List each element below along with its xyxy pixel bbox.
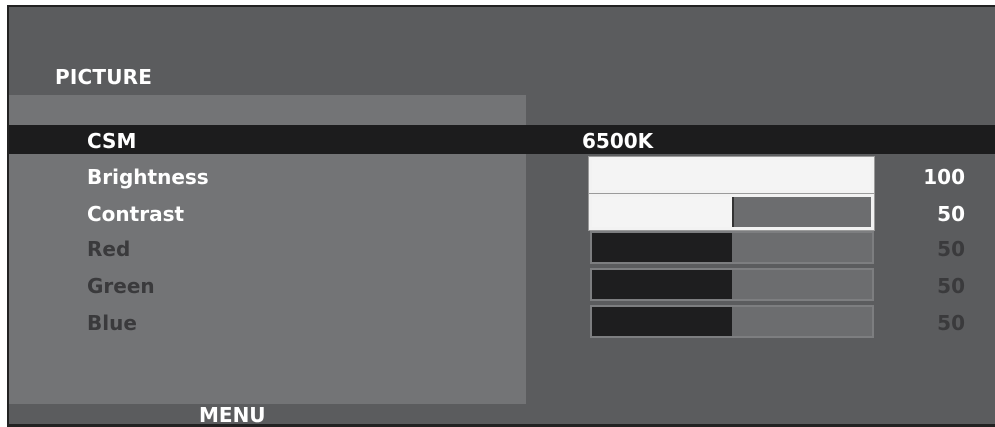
- osd-picture-menu: PICTURE CSM 6500K Brightness 100 Contras…: [7, 5, 995, 427]
- brightness-slider-fill: [592, 160, 871, 190]
- brightness-value: 100: [923, 165, 965, 189]
- menu-item-csm[interactable]: [9, 125, 995, 154]
- csm-label: CSM: [87, 129, 137, 153]
- green-value: 50: [937, 274, 965, 298]
- red-slider-fill: [592, 233, 732, 262]
- red-value: 50: [937, 237, 965, 261]
- green-slider-fill: [592, 270, 732, 299]
- blue-label: Blue: [87, 311, 137, 335]
- contrast-label[interactable]: Contrast: [87, 202, 184, 226]
- brightness-slider[interactable]: [588, 156, 875, 194]
- menu-button-label[interactable]: MENU: [199, 403, 266, 424]
- contrast-slider-fill: [592, 197, 734, 227]
- blue-slider-fill: [592, 307, 732, 336]
- menu-title: PICTURE: [55, 65, 153, 89]
- csm-value: 6500K: [582, 129, 654, 153]
- brightness-label[interactable]: Brightness: [87, 165, 209, 189]
- red-slider: [590, 231, 874, 264]
- green-label: Green: [87, 274, 155, 298]
- contrast-value: 50: [937, 202, 965, 226]
- blue-value: 50: [937, 311, 965, 335]
- contrast-slider[interactable]: [588, 193, 875, 231]
- red-label: Red: [87, 237, 131, 261]
- green-slider: [590, 268, 874, 301]
- blue-slider: [590, 305, 874, 338]
